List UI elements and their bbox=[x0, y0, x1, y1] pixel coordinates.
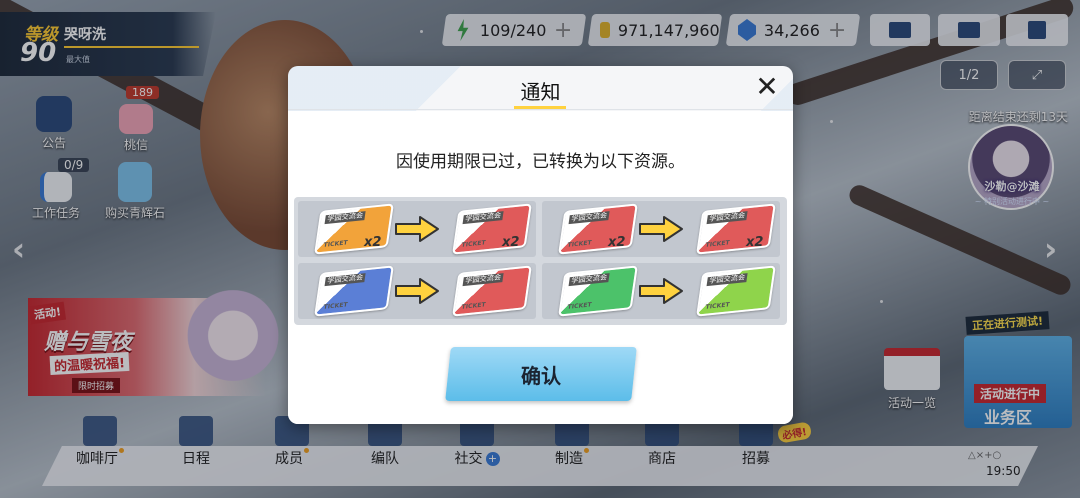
ticket-word: TICKET bbox=[704, 301, 731, 311]
ticket-word: TICKET bbox=[566, 239, 593, 249]
convert-arrow-icon bbox=[395, 278, 439, 304]
result-ticket-icon[interactable]: 学园交流会 TICKET bbox=[696, 265, 776, 317]
ticket-label: 学园交流会 bbox=[706, 211, 748, 225]
ticket-word: TICKET bbox=[322, 301, 349, 311]
dialog-message: 因使用期限已过，已转换为以下资源。 bbox=[396, 152, 685, 172]
title-underline bbox=[514, 106, 566, 109]
convert-arrow-icon bbox=[639, 278, 683, 304]
source-ticket-icon[interactable]: 学园交流会 TICKET bbox=[314, 265, 394, 317]
ticket-word: TICKET bbox=[566, 301, 593, 311]
ticket-label: 学园交流会 bbox=[568, 211, 610, 225]
ticket-label: 学园交流会 bbox=[568, 273, 610, 287]
notice-dialog: 通知 ✕ 因使用期限已过，已转换为以下资源。 学园交流会 TICKET x2 学园交流… bbox=[288, 66, 793, 424]
dialog-header: 通知 ✕ bbox=[288, 66, 793, 110]
result-ticket-icon[interactable]: 学园交流会 TICKET bbox=[452, 265, 532, 317]
ticket-word: TICKET bbox=[704, 239, 731, 249]
ticket-label: 学园交流会 bbox=[706, 273, 748, 287]
close-button[interactable]: ✕ bbox=[753, 73, 781, 102]
source-ticket-icon[interactable]: 学园交流会 TICKET bbox=[558, 265, 638, 317]
conversion-row: 学园交流会 TICKET 学园交流会 TICKET bbox=[298, 263, 536, 319]
dialog-title: 通知 bbox=[520, 80, 561, 104]
ticket-label: 学园交流会 bbox=[462, 273, 504, 287]
ticket-word: TICKET bbox=[460, 239, 487, 249]
ticket-word: TICKET bbox=[460, 301, 487, 311]
source-ticket-icon[interactable]: 学园交流会 TICKET bbox=[314, 203, 394, 255]
convert-arrow-icon bbox=[639, 216, 683, 242]
conversion-row: 学园交流会 TICKET x2 学园交流会 TICKET x2 bbox=[542, 201, 780, 257]
conversion-list[interactable]: 学园交流会 TICKET x2 学园交流会 TICKET x2 学园交流会 TICKET x2 学… bbox=[294, 197, 787, 325]
source-quantity: x2 bbox=[608, 235, 626, 250]
result-quantity: x2 bbox=[502, 235, 520, 250]
ticket-word: TICKET bbox=[322, 239, 349, 249]
confirm-button[interactable]: 确认 bbox=[445, 347, 637, 401]
ticket-label: 学园交流会 bbox=[324, 211, 366, 225]
conversion-row: 学园交流会 TICKET x2 学园交流会 TICKET x2 bbox=[298, 201, 536, 257]
dialog-body: 因使用期限已过，已转换为以下资源。 学园交流会 TICKET x2 学园交流会 TICK… bbox=[288, 111, 793, 424]
source-quantity: x2 bbox=[364, 235, 382, 250]
confirm-label: 确认 bbox=[521, 363, 561, 388]
convert-arrow-icon bbox=[395, 216, 439, 242]
ticket-label: 学园交流会 bbox=[324, 273, 366, 287]
result-quantity: x2 bbox=[746, 235, 764, 250]
result-ticket-icon[interactable]: 学园交流会 TICKET bbox=[696, 203, 776, 255]
ticket-label: 学园交流会 bbox=[462, 211, 504, 225]
source-ticket-icon[interactable]: 学园交流会 TICKET bbox=[558, 203, 638, 255]
result-ticket-icon[interactable]: 学园交流会 TICKET bbox=[452, 203, 532, 255]
conversion-row: 学园交流会 TICKET 学园交流会 TICKET bbox=[542, 263, 780, 319]
